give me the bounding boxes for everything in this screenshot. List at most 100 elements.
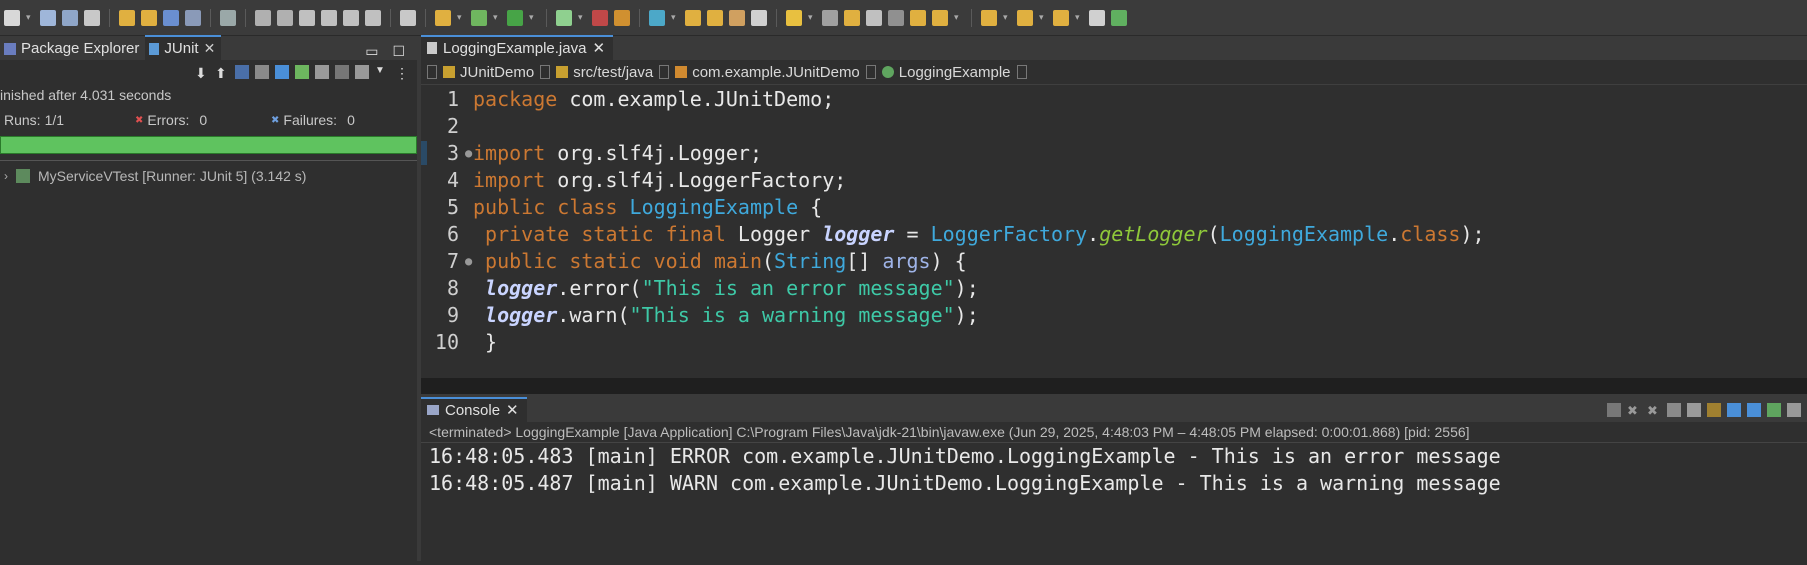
terminate-icon[interactable] (277, 9, 293, 26)
breadcrumb-chevron-icon[interactable] (540, 65, 551, 79)
rerun-icon[interactable] (295, 65, 309, 79)
remove-launch-icon[interactable]: ✖ (1627, 403, 1641, 418)
chevron-down-icon[interactable]: ▾ (529, 12, 537, 23)
show-failures-only-icon[interactable] (235, 65, 249, 79)
failure-icon: ✖ (271, 114, 280, 126)
code-area[interactable]: 1 package com.example.JUnitDemo; 2 3 ● impo… (421, 85, 1807, 355)
chevron-down-icon[interactable]: ▾ (1003, 12, 1011, 23)
junit-icon (149, 42, 160, 55)
new-icon[interactable] (4, 9, 20, 26)
next-failure-icon[interactable]: ⬇ (195, 65, 209, 81)
minimize-icon[interactable]: ▭ (365, 43, 378, 60)
console-output[interactable]: 16:48:05.483 [main] ERROR com.example.JU… (421, 443, 1807, 497)
clear-console-icon[interactable] (1667, 403, 1681, 417)
pilcrow-icon[interactable] (888, 9, 904, 26)
chevron-down-icon[interactable]: ▾ (493, 12, 501, 23)
main-toolbar: ▾ ▾ ▾ ▾ ▾ ▾ ▾ ▾ ▾ ▾ ▾ (0, 0, 1807, 36)
search-icon[interactable] (185, 9, 201, 26)
toggle-icon[interactable] (844, 9, 860, 26)
forward-icon[interactable] (1017, 9, 1033, 26)
remove-all-icon[interactable]: ✖ (1647, 403, 1661, 418)
scroll-lock-icon[interactable] (255, 65, 269, 79)
pencil-icon[interactable] (786, 9, 802, 26)
display-console-icon[interactable] (1787, 403, 1801, 417)
test-tree-item[interactable]: › MyServiceVTest [Runner: JUnit 5] (3.14… (0, 165, 417, 187)
drop-frame-icon[interactable] (365, 9, 381, 26)
back-icon[interactable] (981, 9, 997, 26)
block-icon[interactable] (866, 9, 882, 26)
show-stdout-icon[interactable] (1727, 403, 1741, 417)
link-icon[interactable] (822, 9, 838, 26)
breadcrumb-chevron-icon[interactable] (1016, 65, 1027, 79)
chevron-right-icon[interactable]: › (4, 169, 8, 183)
open-file-icon[interactable] (707, 9, 723, 26)
history-back-icon[interactable] (1053, 9, 1069, 26)
list-icon[interactable] (400, 9, 416, 26)
suspend-icon[interactable] (255, 9, 271, 26)
previous-failure-icon[interactable]: ⬆ (215, 65, 229, 81)
code-line: 5 public class LoggingExample { (446, 194, 823, 219)
word-wrap-icon[interactable] (1707, 403, 1721, 417)
refresh-icon[interactable] (649, 9, 665, 26)
perspective-icon[interactable] (1111, 9, 1127, 26)
tab-loggingexample[interactable]: LoggingExample.java ✕ (421, 35, 614, 60)
tab-package-explorer[interactable]: Package Explorer (0, 37, 145, 60)
undo-icon[interactable] (119, 9, 135, 26)
view-icon[interactable] (163, 9, 179, 26)
run-icon[interactable] (507, 9, 523, 26)
history-forward-icon[interactable] (1089, 9, 1105, 26)
quick-fix-icon[interactable] (435, 9, 451, 26)
fold-icon[interactable]: ● (465, 146, 473, 160)
more-icon[interactable]: ⋮ (395, 65, 409, 81)
redo-icon[interactable] (141, 9, 157, 26)
breadcrumb-chevron-icon[interactable] (427, 65, 437, 79)
coverage-icon[interactable] (592, 9, 608, 26)
save-icon[interactable] (40, 9, 56, 26)
rerun-failed-icon[interactable] (315, 65, 329, 79)
breadcrumb-class[interactable]: LoggingExample (881, 64, 1011, 81)
close-icon[interactable]: ✕ (506, 401, 519, 419)
step-return-icon[interactable] (343, 9, 359, 26)
tab-junit[interactable]: JUnit ✕ (145, 35, 222, 60)
chevron-down-icon[interactable]: ▾ (1075, 12, 1083, 23)
open-type-icon[interactable] (614, 9, 630, 26)
fold-icon[interactable]: ● (465, 254, 473, 268)
close-icon[interactable]: ✕ (592, 39, 605, 57)
build-icon[interactable] (84, 9, 100, 26)
tab-console[interactable]: Console ✕ (421, 397, 527, 422)
brush-icon[interactable] (729, 9, 745, 26)
chevron-down-icon[interactable]: ▾ (954, 12, 962, 23)
history-icon[interactable] (275, 65, 289, 79)
step-into-icon[interactable] (299, 9, 315, 26)
chevron-down-icon[interactable]: ▾ (26, 12, 34, 23)
chevron-down-icon[interactable]: ▾ (578, 12, 586, 23)
maximize-icon[interactable]: ☐ (392, 43, 405, 60)
breadcrumb-chevron-icon[interactable] (865, 65, 876, 79)
horizontal-scrollbar[interactable] (421, 378, 1807, 394)
open-folder-icon[interactable] (685, 9, 701, 26)
show-stderr-icon[interactable] (1747, 403, 1761, 417)
debug-icon[interactable] (471, 9, 487, 26)
breadcrumb-source-folder[interactable]: src/test/java (556, 64, 653, 81)
close-icon[interactable]: ✕ (204, 40, 216, 57)
terminate-icon[interactable] (1607, 403, 1621, 417)
chevron-down-icon[interactable]: ▾ (1039, 12, 1047, 23)
pin-console-icon[interactable] (1767, 403, 1781, 417)
breadcrumb-project[interactable]: JUnitDemo (443, 64, 534, 81)
next-annotation-icon[interactable] (932, 9, 948, 26)
chevron-down-icon[interactable]: ▾ (457, 12, 465, 23)
run-external-icon[interactable] (556, 9, 572, 26)
chevron-down-icon[interactable]: ▾ (671, 12, 679, 23)
annotation-icon[interactable] (910, 9, 926, 26)
pin-icon[interactable] (751, 9, 767, 26)
breadcrumb-chevron-icon[interactable] (659, 65, 670, 79)
chevron-down-icon[interactable]: ▾ (808, 12, 816, 23)
scroll-lock-icon[interactable] (1687, 403, 1701, 417)
layout-icon[interactable] (355, 65, 369, 79)
resume-icon[interactable] (220, 9, 236, 26)
stop-icon[interactable] (335, 65, 349, 79)
step-over-icon[interactable] (321, 9, 337, 26)
save-all-icon[interactable] (62, 9, 78, 26)
view-menu-icon[interactable]: ▼ (375, 65, 389, 79)
breadcrumb-package[interactable]: com.example.JUnitDemo (675, 64, 860, 81)
